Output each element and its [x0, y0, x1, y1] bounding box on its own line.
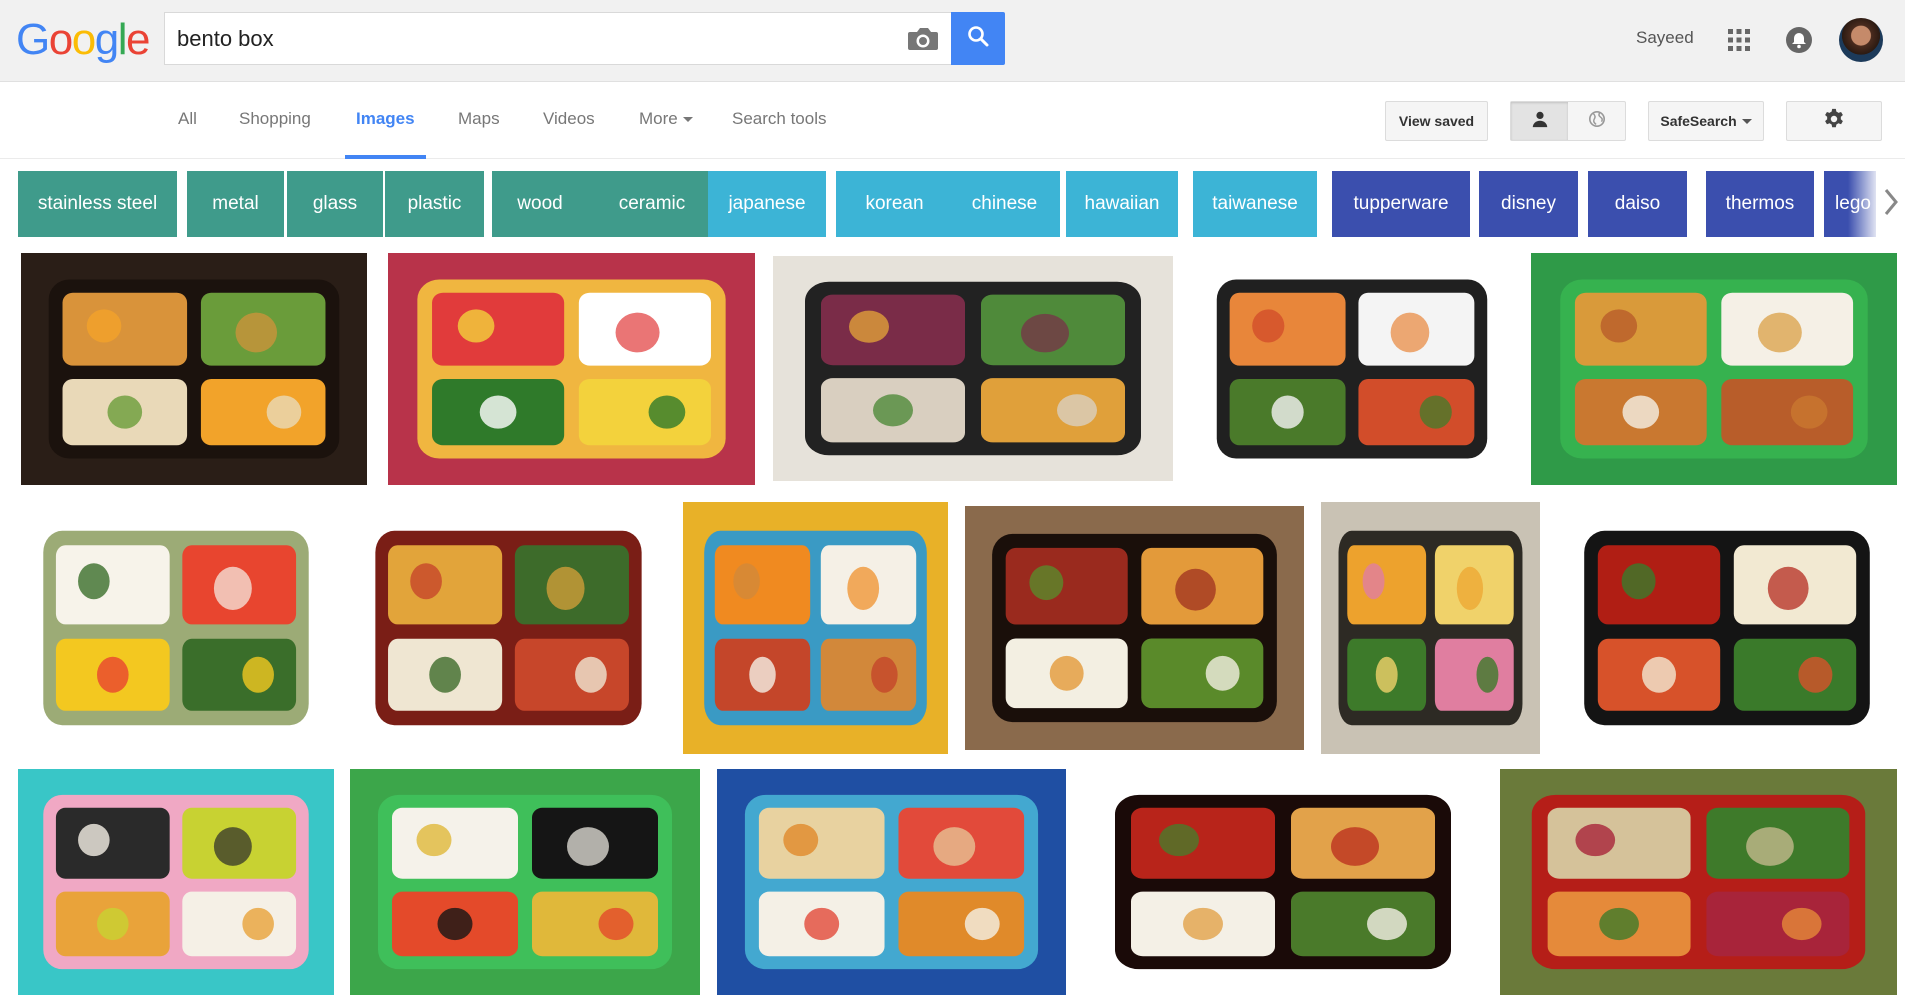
chip-taiwanese[interactable]: taiwanese [1193, 171, 1317, 237]
view-saved-button[interactable]: View saved [1385, 101, 1488, 141]
chips-fade [1848, 171, 1878, 237]
bento-photo [1321, 502, 1540, 754]
notifications-bell-icon[interactable] [1785, 26, 1813, 54]
bento-image-11[interactable] [1557, 502, 1897, 754]
chip-disney[interactable]: disney [1479, 171, 1578, 237]
user-avatar[interactable] [1839, 18, 1883, 62]
related-searches-chips: stainless steel metal glass plastic wood cera… [18, 171, 1888, 237]
bento-photo [18, 769, 334, 995]
personal-results-button[interactable] [1511, 102, 1568, 140]
bento-image-7[interactable] [350, 502, 667, 754]
chip-ceramic[interactable]: ceramic [588, 171, 716, 237]
chevron-right-icon [1883, 187, 1899, 222]
logo-letter: l [117, 15, 128, 64]
gear-icon [1823, 108, 1845, 135]
logo-letter: o [71, 15, 96, 64]
tab-search-tools[interactable]: Search tools [732, 109, 827, 129]
bento-photo [350, 769, 700, 995]
bento-image-14[interactable] [717, 769, 1066, 995]
global-results-button[interactable] [1568, 102, 1625, 140]
bento-image-4[interactable] [1191, 253, 1513, 485]
active-tab-indicator [345, 155, 426, 159]
tab-videos[interactable]: Videos [543, 109, 595, 129]
apps-grid-icon[interactable] [1727, 28, 1751, 52]
bento-photo [1191, 253, 1513, 485]
chip-wood[interactable]: wood [492, 171, 588, 237]
bento-image-5[interactable] [1531, 253, 1897, 485]
chip-metal[interactable]: metal [187, 171, 284, 237]
logo-letter: o [48, 15, 73, 64]
bento-photo [683, 502, 948, 754]
logo-letter: e [125, 15, 150, 64]
top-header: Google Sayeed [0, 0, 1905, 82]
bento-image-16[interactable] [1500, 769, 1897, 995]
bento-photo [1500, 769, 1897, 995]
tab-images[interactable]: Images [356, 109, 415, 129]
logo-letter: G [16, 15, 50, 64]
bento-photo [773, 256, 1173, 481]
bento-image-10[interactable] [1321, 502, 1540, 754]
bento-photo [965, 506, 1304, 750]
tab-maps[interactable]: Maps [458, 109, 500, 129]
safesearch-dropdown[interactable]: SafeSearch [1648, 101, 1764, 141]
bento-photo [1531, 253, 1897, 485]
chip-korean[interactable]: korean [836, 171, 953, 237]
bento-image-12[interactable] [18, 769, 334, 995]
bento-photo [18, 502, 334, 754]
bento-image-13[interactable] [350, 769, 700, 995]
chip-japanese[interactable]: japanese [708, 171, 826, 237]
safesearch-label: SafeSearch [1660, 113, 1737, 129]
bento-photo [1083, 769, 1483, 995]
globe-icon [1588, 110, 1606, 133]
chip-tupperware[interactable]: tupperware [1332, 171, 1470, 237]
bento-image-2[interactable] [388, 253, 755, 485]
bento-photo [388, 253, 755, 485]
tab-more[interactable]: More [639, 109, 693, 129]
chevron-down-icon [1741, 118, 1752, 124]
google-logo[interactable]: Google [16, 14, 150, 66]
chevron-down-icon [682, 117, 693, 123]
bento-photo [350, 502, 667, 754]
bento-photo [21, 253, 367, 485]
chip-stainless-steel[interactable]: stainless steel [18, 171, 177, 237]
search-button[interactable] [951, 12, 1005, 65]
tab-shopping[interactable]: Shopping [239, 109, 311, 129]
username-link[interactable]: Sayeed [1636, 28, 1694, 48]
chip-plastic[interactable]: plastic [385, 171, 484, 237]
bento-image-9[interactable] [965, 506, 1304, 750]
chip-thermos[interactable]: thermos [1706, 171, 1814, 237]
bento-image-1[interactable] [21, 253, 367, 485]
tab-all[interactable]: All [178, 109, 197, 129]
bento-image-3[interactable] [773, 256, 1173, 481]
magnifier-icon [966, 24, 990, 53]
person-icon [1531, 110, 1549, 133]
settings-button[interactable] [1786, 101, 1882, 141]
results-mode-toggle [1510, 101, 1626, 141]
search-nav-bar: All Shopping Images Maps Videos More Sea… [0, 82, 1905, 159]
search-input[interactable] [177, 13, 877, 64]
chip-glass[interactable]: glass [287, 171, 383, 237]
camera-icon[interactable] [906, 26, 940, 52]
bento-image-8[interactable] [683, 502, 948, 754]
bento-image-15[interactable] [1083, 769, 1483, 995]
logo-letter: g [94, 15, 119, 64]
search-box [164, 12, 952, 65]
bento-photo [717, 769, 1066, 995]
chips-next-button[interactable] [1876, 171, 1905, 237]
bento-image-6[interactable] [18, 502, 334, 754]
chip-hawaiian[interactable]: hawaiian [1066, 171, 1178, 237]
tab-more-label: More [639, 109, 678, 128]
chip-daiso[interactable]: daiso [1588, 171, 1687, 237]
chip-chinese[interactable]: chinese [949, 171, 1060, 237]
bento-photo [1557, 502, 1897, 754]
